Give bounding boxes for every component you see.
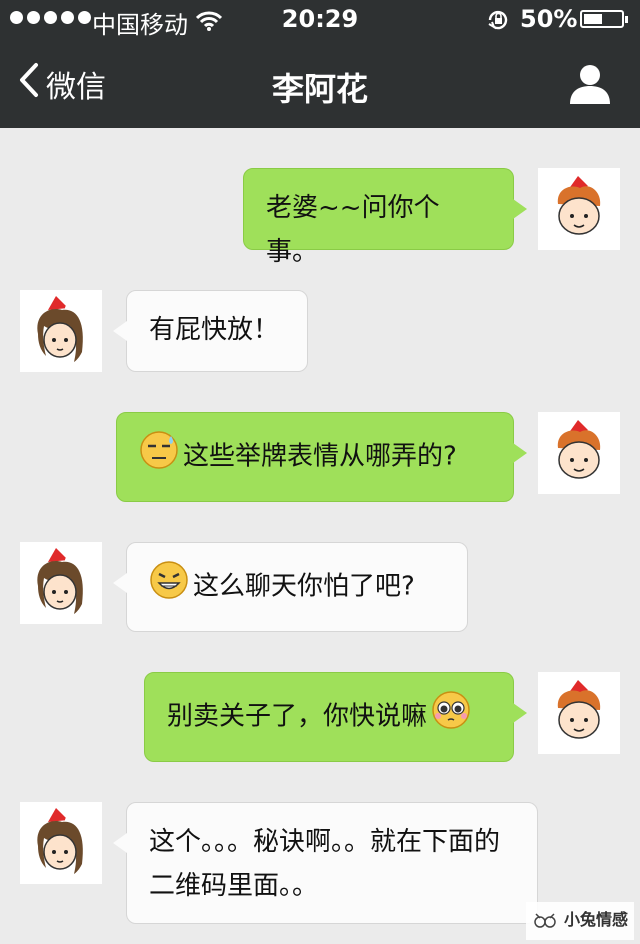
my-avatar[interactable] bbox=[538, 412, 620, 494]
message-text: 老婆~~问你个事。 bbox=[266, 193, 440, 267]
message-text: 这个。。。秘诀啊。。就在下面的二维码里面。。 bbox=[149, 827, 501, 901]
navigation-bar: 微信 李阿花 bbox=[0, 40, 640, 128]
sweat-smile-emoji-icon bbox=[139, 430, 179, 484]
battery-icon bbox=[580, 10, 628, 28]
message-bubble-sent[interactable]: 这些举牌表情从哪弄的? bbox=[116, 412, 527, 502]
message-text: 这么聊天你怕了吧? bbox=[193, 571, 415, 602]
my-avatar[interactable] bbox=[538, 672, 620, 754]
my-avatar[interactable] bbox=[538, 168, 620, 250]
message-bubble-received[interactable]: 有屁快放！ bbox=[113, 290, 308, 372]
message-text: 有屁快放！ bbox=[149, 315, 280, 345]
chat-title: 李阿花 bbox=[271, 70, 368, 108]
battery-percent: 50% bbox=[520, 5, 578, 33]
message-bubble-sent[interactable]: 别卖关子了，你快说嘛 bbox=[144, 672, 527, 762]
contact-profile-button[interactable] bbox=[568, 64, 612, 108]
contact-avatar[interactable] bbox=[20, 802, 102, 884]
rotation-lock-icon bbox=[486, 8, 510, 38]
watermark-text: 小兔情感 bbox=[564, 910, 629, 929]
message-bubble-received[interactable]: 这个。。。秘诀啊。。就在下面的二维码里面。。 bbox=[113, 802, 538, 924]
bunny-logo-icon bbox=[530, 906, 560, 940]
status-bar: 中国移动 20:29 50% bbox=[0, 0, 640, 40]
person-icon bbox=[568, 65, 612, 108]
contact-avatar[interactable] bbox=[20, 542, 102, 624]
watermark: 小兔情感 bbox=[526, 902, 634, 940]
contact-avatar[interactable] bbox=[20, 290, 102, 372]
message-text: 这些举牌表情从哪弄的? bbox=[183, 441, 457, 472]
grin-emoji-icon bbox=[149, 560, 189, 614]
message-text: 别卖关子了，你快说嘛 bbox=[167, 701, 428, 732]
pleading-emoji-icon bbox=[431, 690, 471, 744]
message-bubble-received[interactable]: 这么聊天你怕了吧? bbox=[113, 542, 468, 632]
message-bubble-sent[interactable]: 老婆~~问你个事。 bbox=[243, 168, 527, 267]
